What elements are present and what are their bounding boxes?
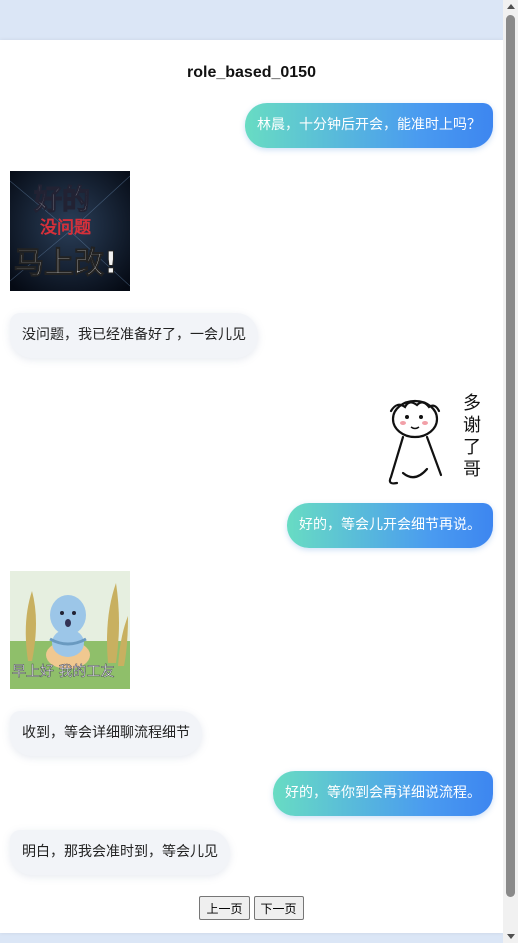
pagination: 上一页 下一页 bbox=[0, 896, 503, 920]
chat-page: role_based_0150 林晨，十分钟后开会，能准时上吗？ 好的 没问题 … bbox=[0, 40, 503, 933]
message-bubble-incoming: 收到，等会详细聊流程细节 bbox=[10, 711, 202, 756]
sticker-morning-worker-art: 早上好 我的工友 bbox=[10, 571, 130, 689]
page-title: role_based_0150 bbox=[187, 64, 316, 81]
svg-text:马上改!: 马上改! bbox=[14, 246, 118, 281]
next-page-button[interactable]: 下一页 bbox=[253, 896, 304, 920]
vertical-scrollbar[interactable] bbox=[503, 0, 518, 943]
sticker-thanks-bro-art: 多 谢 了 哥 bbox=[373, 381, 493, 501]
scrollbar-thumb[interactable] bbox=[506, 15, 515, 897]
svg-text:没问题: 没问题 bbox=[40, 217, 92, 238]
message-bubble-outgoing: 好的，等你到会再详细说流程。 bbox=[273, 771, 493, 816]
message-bubble-incoming: 没问题，我已经准备好了，一会儿见 bbox=[10, 313, 258, 358]
svg-text:好的: 好的 bbox=[33, 183, 90, 216]
svg-text:谢: 谢 bbox=[463, 415, 481, 436]
prev-page-button[interactable]: 上一页 bbox=[199, 896, 250, 920]
sticker-thanks-bro: 多 谢 了 哥 bbox=[373, 381, 493, 501]
message-bubble-outgoing: 林晨，十分钟后开会，能准时上吗？ bbox=[245, 103, 493, 148]
sticker-ok-fix-now: 好的 没问题 马上改! bbox=[10, 171, 130, 291]
scroll-down-arrow-icon[interactable] bbox=[507, 934, 515, 939]
svg-text:早上好 我的工友: 早上好 我的工友 bbox=[12, 664, 114, 680]
message-bubble-outgoing: 好的，等会儿开会细节再说。 bbox=[287, 503, 493, 548]
svg-text:多: 多 bbox=[463, 393, 481, 414]
svg-text:哥: 哥 bbox=[463, 459, 481, 480]
message-bubble-incoming: 明白，那我会准时到，等会儿见 bbox=[10, 830, 230, 875]
sticker-ok-fix-now-art: 好的 没问题 马上改! bbox=[10, 171, 130, 291]
svg-text:了: 了 bbox=[463, 437, 481, 458]
scroll-up-arrow-icon[interactable] bbox=[507, 4, 515, 9]
sticker-morning-worker: 早上好 我的工友 bbox=[10, 571, 130, 689]
